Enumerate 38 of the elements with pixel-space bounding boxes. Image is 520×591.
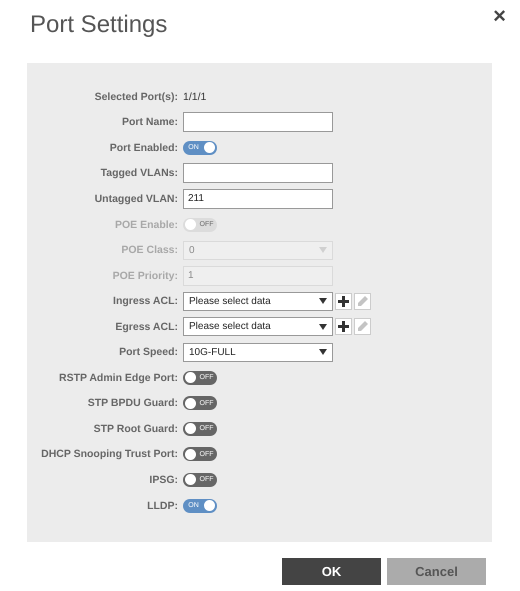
add-button[interactable] xyxy=(335,292,352,310)
field-label: POE Enable: xyxy=(114,218,179,230)
field-label: IPSG: xyxy=(148,474,179,486)
field-label: Port Speed: xyxy=(118,346,179,358)
field-label: POE Priority: xyxy=(112,270,179,282)
caret-icon xyxy=(319,349,327,356)
field-value: 1/1/1 xyxy=(183,90,206,103)
field-label: Port Enabled: xyxy=(108,142,179,154)
field-label: Tagged VLANs: xyxy=(100,167,179,180)
add-button[interactable] xyxy=(335,318,352,336)
plus-icon xyxy=(338,321,349,332)
dropdown-field[interactable]: 10G-FULL xyxy=(183,342,333,362)
field-label: RSTP Admin Edge Port: xyxy=(58,372,179,384)
input-field[interactable] xyxy=(183,163,333,184)
field-label: DHCP Snooping Trust Port: xyxy=(40,448,179,460)
caret-icon xyxy=(319,298,327,304)
pencil-icon xyxy=(357,296,368,307)
field-label: Selected Port(s): xyxy=(94,90,179,103)
field-label: POE Class: xyxy=(120,244,179,256)
cancel-button[interactable]: Cancel xyxy=(387,558,486,585)
dropdown-field[interactable]: Please select data xyxy=(183,317,333,336)
caret-icon xyxy=(319,247,327,254)
field-label: Port Name: xyxy=(120,116,179,128)
input-field[interactable]: 211 xyxy=(183,188,333,209)
pencil-icon xyxy=(357,321,368,332)
field-label: LLDP: xyxy=(146,500,179,512)
dialog-title: Port Settings xyxy=(30,10,168,40)
field-label: Egress ACL: xyxy=(114,320,179,333)
plus-icon xyxy=(338,296,349,307)
caret-icon xyxy=(319,324,327,330)
ok-button[interactable]: OK xyxy=(282,558,381,585)
field-label: Untagged VLAN: xyxy=(94,192,179,205)
dropdown-field[interactable]: Please select data xyxy=(183,292,333,311)
close-button[interactable]: × xyxy=(493,3,506,29)
field-label: STP Root Guard: xyxy=(92,422,179,435)
input-field[interactable] xyxy=(183,112,333,132)
field-label: Ingress ACL: xyxy=(112,295,179,308)
field-label: STP BPDU Guard: xyxy=(86,397,179,410)
